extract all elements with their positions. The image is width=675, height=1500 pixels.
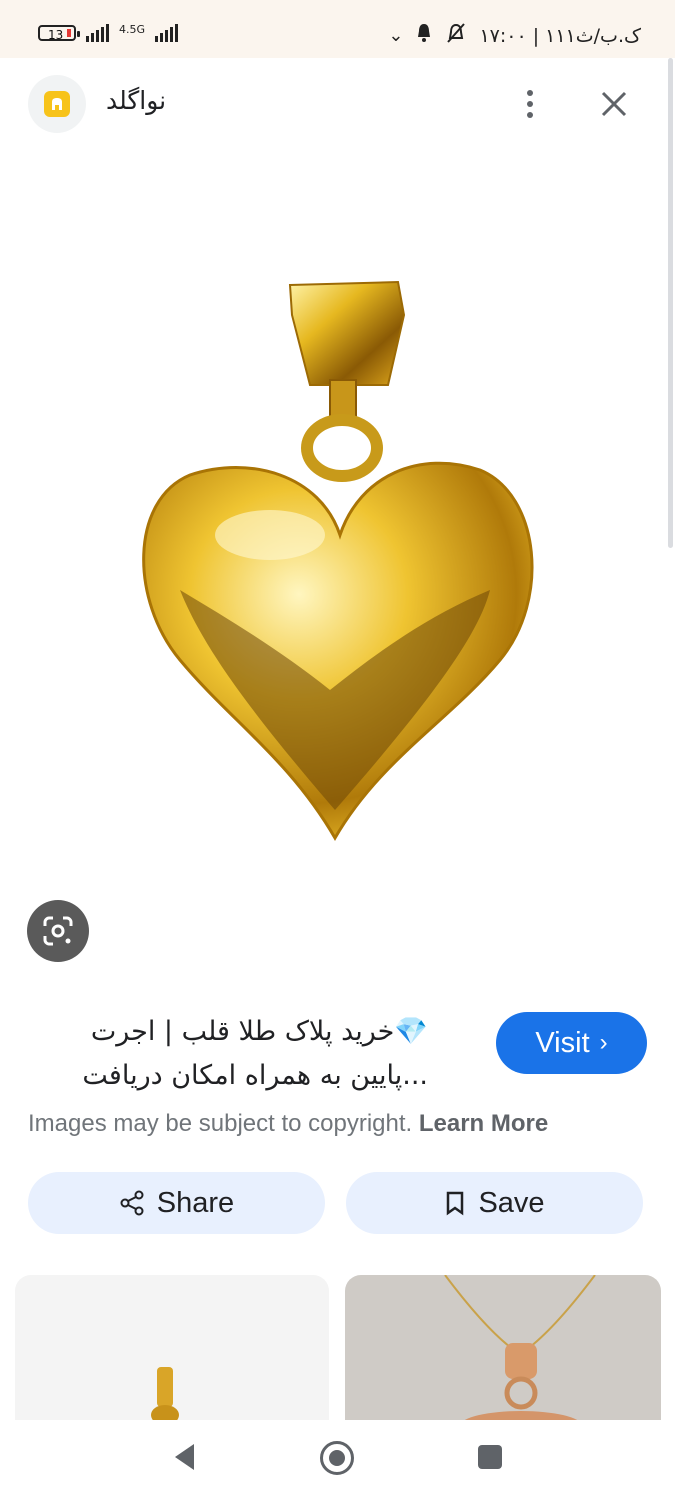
chevron-right-icon: › [599, 1029, 608, 1056]
lens-icon [43, 916, 73, 946]
result-title-line-2: ...پایین به همراه امکان دریافت [82, 1060, 428, 1091]
recents-icon[interactable] [478, 1445, 502, 1469]
save-label: Save [478, 1186, 545, 1219]
copyright-text: Images may be subject to copyright. [28, 1110, 413, 1137]
save-button[interactable]: Save [346, 1172, 643, 1234]
more-vert-icon[interactable] [512, 84, 548, 124]
battery-icon: 13 [38, 25, 80, 42]
network-type: 4.5G [119, 22, 146, 36]
share-icon [120, 1190, 144, 1216]
result-title[interactable]: 💎خرید پلاک طلا قلب | اجرت ...پایین به هم… [28, 1010, 428, 1098]
close-icon[interactable] [594, 84, 634, 124]
google-lens-button[interactable] [27, 900, 89, 962]
visit-label: Visit [535, 1026, 590, 1059]
related-image-2[interactable] [345, 1275, 661, 1420]
back-icon[interactable] [172, 1442, 198, 1472]
navagold-app-icon[interactable] [28, 75, 86, 133]
status-left: 13 4.5G [38, 22, 179, 42]
visit-button[interactable]: Visit › [496, 1012, 647, 1074]
home-icon[interactable] [320, 1441, 354, 1475]
share-button[interactable]: Share [28, 1172, 325, 1234]
site-name[interactable]: نواگلد [106, 86, 166, 115]
system-nav-bar [0, 1420, 675, 1500]
battery-level: 13 [48, 28, 64, 42]
notification-icon [415, 23, 433, 48]
status-right: ⌄ ۱۷:۰۰ | ۱۱۱ک.ب/ث [388, 22, 641, 49]
product-image[interactable] [120, 270, 560, 850]
mute-bell-icon [445, 22, 467, 49]
related-image-1[interactable] [15, 1275, 329, 1420]
signal-icon-2 [155, 24, 179, 42]
result-title-line-1: 💎خرید پلاک طلا قلب | اجرت [90, 1016, 428, 1047]
location-icon: ⌄ [388, 25, 404, 46]
viewer-header: نواگلد [0, 58, 665, 153]
scrollbar[interactable] [668, 58, 673, 548]
status-time: ۱۷:۰۰ | ۱۱۱ک.ب/ث [479, 24, 641, 47]
bookmark-icon [447, 1191, 464, 1216]
share-label: Share [156, 1186, 235, 1219]
status-bar: 13 4.5G ⌄ ۱۷:۰۰ | ۱۱۱ک.ب/ث [0, 0, 675, 58]
copyright-notice: Images may be subject to copyright. Lear… [28, 1110, 548, 1138]
signal-icon [86, 24, 109, 42]
learn-more-link[interactable]: Learn More [419, 1110, 548, 1137]
